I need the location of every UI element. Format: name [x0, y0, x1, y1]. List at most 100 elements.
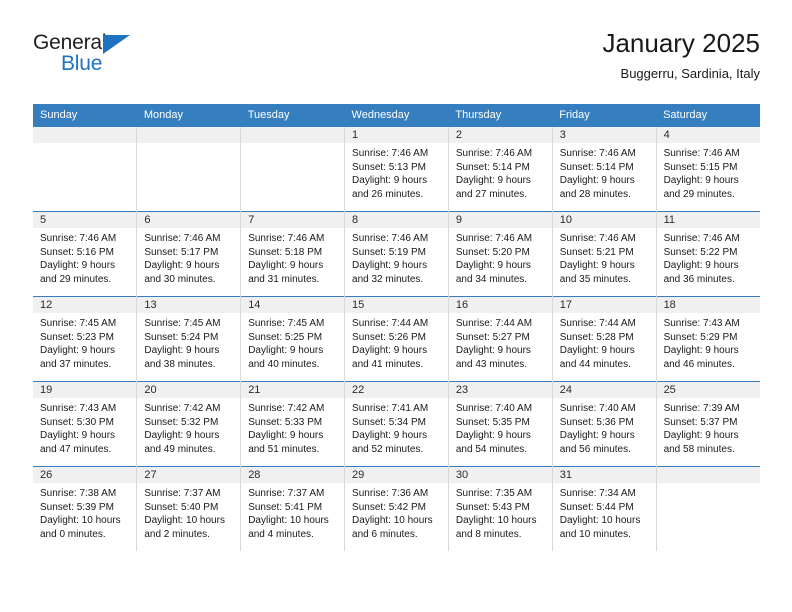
day-detail-line: Sunrise: 7:46 AM — [144, 233, 221, 244]
day-detail-line: Sunrise: 7:46 AM — [455, 233, 533, 244]
calendar-day-cell[interactable]: 29 Sunrise: 7:36 AM Sunset: 5:42 PM Dayligh… — [344, 466, 449, 551]
title-block: January 2025 Buggerru, Sardinia, Italy — [602, 28, 760, 83]
day-detail-line: Sunrise: 7:40 AM — [559, 403, 636, 414]
day-detail-line: and 51 minutes. — [248, 443, 320, 455]
calendar-day-cell[interactable]: 21 Sunrise: 7:42 AM Sunset: 5:33 PM Dayligh… — [240, 381, 346, 467]
day-detail-line: Sunset: 5:23 PM — [40, 331, 114, 343]
day-detail-line: and 36 minutes. — [663, 273, 735, 285]
calendar-day-cell[interactable]: 18 Sunrise: 7:43 AM Sunset: 5:29 PM Dayligh… — [656, 296, 760, 382]
day-details: Sunrise: 7:35 AM Sunset: 5:43 PM Daylight:… — [449, 483, 552, 541]
calendar-day-cell[interactable]: 23 Sunrise: 7:40 AM Sunset: 5:35 PM Dayligh… — [448, 381, 553, 467]
calendar-day-cell[interactable]: 16 Sunrise: 7:44 AM Sunset: 5:27 PM Dayligh… — [448, 296, 553, 382]
day-detail-line: and 44 minutes. — [559, 358, 631, 370]
calendar-empty-cell — [136, 127, 242, 212]
calendar-day-cell[interactable]: 19 Sunrise: 7:43 AM Sunset: 5:30 PM Dayligh… — [33, 381, 138, 467]
day-detail-line: and 10 minutes. — [559, 528, 631, 540]
calendar-day-cell[interactable]: 4 Sunrise: 7:46 AM Sunset: 5:15 PM Daylight… — [656, 127, 760, 212]
day-detail-line: Daylight: 9 hours — [40, 260, 116, 271]
day-number: 17 — [552, 297, 656, 313]
calendar-day-cell[interactable]: 6 Sunrise: 7:46 AM Sunset: 5:17 PM Daylight… — [136, 211, 242, 297]
day-number: 6 — [137, 212, 241, 228]
day-detail-line: Daylight: 9 hours — [352, 260, 428, 271]
day-details: Sunrise: 7:34 AM Sunset: 5:44 PM Daylight:… — [553, 483, 656, 541]
calendar-day-cell[interactable]: 30 Sunrise: 7:35 AM Sunset: 5:43 PM Dayligh… — [448, 466, 553, 551]
day-number: 26 — [33, 467, 137, 483]
day-detail-line: and 41 minutes. — [352, 358, 424, 370]
day-detail-line: Sunset: 5:14 PM — [559, 161, 634, 173]
day-detail-line: Daylight: 9 hours — [455, 345, 531, 356]
day-detail-line: and 29 minutes. — [663, 188, 735, 200]
day-details: Sunrise: 7:43 AM Sunset: 5:29 PM Daylight:… — [657, 313, 760, 371]
day-detail-line: Daylight: 9 hours — [352, 175, 428, 186]
day-number: 19 — [33, 382, 137, 398]
day-detail-line: and 38 minutes. — [144, 358, 216, 370]
calendar-day-cell[interactable]: 13 Sunrise: 7:45 AM Sunset: 5:24 PM Dayligh… — [136, 296, 242, 382]
day-detail-line: Sunset: 5:39 PM — [40, 501, 114, 513]
calendar-day-cell[interactable]: 12 Sunrise: 7:45 AM Sunset: 5:23 PM Dayligh… — [33, 296, 138, 382]
calendar-day-cell[interactable]: 1 Sunrise: 7:46 AM Sunset: 5:13 PM Daylight… — [344, 127, 449, 212]
calendar-day-cell[interactable]: 27 Sunrise: 7:37 AM Sunset: 5:40 PM Dayligh… — [136, 466, 242, 551]
day-number: 24 — [552, 382, 656, 398]
brand-name-blue: Blue — [61, 52, 103, 75]
day-detail-line: Daylight: 9 hours — [144, 430, 220, 441]
calendar-day-cell[interactable]: 22 Sunrise: 7:41 AM Sunset: 5:34 PM Dayligh… — [344, 381, 449, 467]
day-detail-line: Daylight: 9 hours — [248, 430, 324, 441]
day-number: 10 — [552, 212, 656, 228]
day-detail-line: and 8 minutes. — [455, 528, 522, 540]
day-number: 27 — [137, 467, 241, 483]
day-detail-line: Sunrise: 7:45 AM — [40, 318, 117, 329]
day-detail-line: and 27 minutes. — [455, 188, 528, 200]
calendar-day-cell[interactable]: 9 Sunrise: 7:46 AM Sunset: 5:20 PM Daylight… — [448, 211, 553, 297]
day-detail-line: Sunset: 5:16 PM — [40, 246, 114, 258]
day-detail-line: Sunrise: 7:45 AM — [144, 318, 221, 329]
calendar-day-cell[interactable]: 26 Sunrise: 7:38 AM Sunset: 5:39 PM Dayligh… — [33, 466, 138, 551]
day-details: Sunrise: 7:46 AM Sunset: 5:21 PM Daylight:… — [553, 228, 656, 286]
day-detail-line: Sunset: 5:26 PM — [352, 331, 426, 343]
day-details: Sunrise: 7:46 AM Sunset: 5:18 PM Daylight:… — [241, 228, 344, 286]
calendar-day-cell[interactable]: 24 Sunrise: 7:40 AM Sunset: 5:36 PM Dayligh… — [552, 381, 657, 467]
day-detail-line: Sunset: 5:27 PM — [455, 331, 530, 343]
weekday-header-wednesday: Wednesday — [344, 104, 449, 127]
day-detail-line: Sunset: 5:35 PM — [455, 416, 530, 428]
day-number — [33, 127, 137, 143]
day-detail-line: and 35 minutes. — [559, 273, 631, 285]
calendar-day-cell[interactable]: 11 Sunrise: 7:46 AM Sunset: 5:22 PM Dayligh… — [656, 211, 760, 297]
brand-logo[interactable]: General Blue — [33, 31, 263, 87]
calendar-day-cell[interactable]: 7 Sunrise: 7:46 AM Sunset: 5:18 PM Daylight… — [240, 211, 346, 297]
day-details: Sunrise: 7:42 AM Sunset: 5:33 PM Daylight:… — [241, 398, 344, 456]
day-number: 21 — [241, 382, 345, 398]
day-detail-line: Sunrise: 7:34 AM — [559, 488, 636, 499]
calendar-day-cell[interactable]: 5 Sunrise: 7:46 AM Sunset: 5:16 PM Daylight… — [33, 211, 138, 297]
calendar-day-cell[interactable]: 15 Sunrise: 7:44 AM Sunset: 5:26 PM Dayligh… — [344, 296, 449, 382]
day-detail-line: and 30 minutes. — [144, 273, 216, 285]
day-detail-line: Sunset: 5:22 PM — [663, 246, 738, 258]
day-detail-line: Sunrise: 7:46 AM — [663, 233, 740, 244]
day-number: 13 — [137, 297, 241, 313]
calendar-day-cell[interactable]: 31 Sunrise: 7:34 AM Sunset: 5:44 PM Dayligh… — [552, 466, 657, 551]
calendar-day-cell[interactable]: 28 Sunrise: 7:37 AM Sunset: 5:41 PM Dayligh… — [240, 466, 346, 551]
day-number — [656, 467, 760, 483]
calendar-day-cell[interactable]: 8 Sunrise: 7:46 AM Sunset: 5:19 PM Daylight… — [344, 211, 449, 297]
calendar-day-cell[interactable]: 2 Sunrise: 7:46 AM Sunset: 5:14 PM Daylight… — [448, 127, 553, 212]
calendar-day-cell[interactable]: 14 Sunrise: 7:45 AM Sunset: 5:25 PM Dayligh… — [240, 296, 346, 382]
calendar-day-cell[interactable]: 10 Sunrise: 7:46 AM Sunset: 5:21 PM Dayligh… — [552, 211, 657, 297]
day-detail-line: Daylight: 9 hours — [144, 345, 220, 356]
weekday-header-thursday: Thursday — [448, 104, 553, 127]
calendar-day-cell[interactable]: 25 Sunrise: 7:39 AM Sunset: 5:37 PM Dayligh… — [656, 381, 760, 467]
day-detail-line: Daylight: 9 hours — [559, 175, 635, 186]
day-number: 30 — [448, 467, 552, 483]
day-detail-line: Sunrise: 7:46 AM — [559, 233, 636, 244]
day-detail-line: Sunrise: 7:43 AM — [663, 318, 740, 329]
day-details: Sunrise: 7:37 AM Sunset: 5:41 PM Daylight:… — [241, 483, 344, 541]
calendar-day-cell[interactable]: 3 Sunrise: 7:46 AM Sunset: 5:14 PM Daylight… — [552, 127, 657, 212]
day-detail-line: Daylight: 9 hours — [559, 260, 635, 271]
calendar-day-cell[interactable]: 17 Sunrise: 7:44 AM Sunset: 5:28 PM Dayligh… — [552, 296, 657, 382]
calendar-day-cell[interactable]: 20 Sunrise: 7:42 AM Sunset: 5:32 PM Dayligh… — [136, 381, 242, 467]
triangle-logo-icon — [103, 35, 130, 54]
day-detail-line: Daylight: 9 hours — [663, 260, 739, 271]
day-detail-line: Daylight: 9 hours — [40, 430, 116, 441]
weekday-header-friday: Friday — [552, 104, 657, 127]
day-detail-line: and 26 minutes. — [352, 188, 424, 200]
day-details: Sunrise: 7:40 AM Sunset: 5:35 PM Daylight:… — [449, 398, 552, 456]
calendar-body: 1 Sunrise: 7:46 AM Sunset: 5:13 PM Daylight… — [33, 127, 760, 551]
